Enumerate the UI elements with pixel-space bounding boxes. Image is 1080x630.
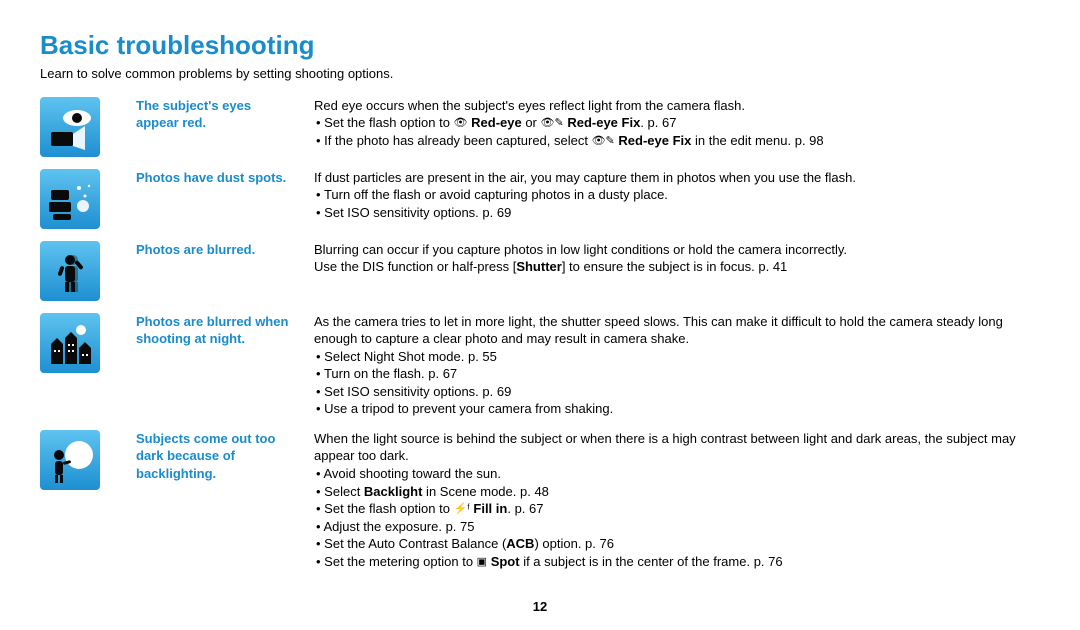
night-city-icon (40, 313, 100, 373)
page-number: 12 (0, 598, 1080, 616)
item-bullets: Turn off the flash or avoid capturing ph… (314, 186, 1040, 221)
list-item: The subject's eyes appear red. Red eye o… (40, 97, 1040, 157)
dust-icon (40, 169, 100, 229)
list-item: Photos are blurred. Blurring can occur i… (40, 241, 1040, 301)
item-label: Photos are blurred when shooting at nigh… (136, 313, 296, 348)
item-desc: Blurring can occur if you capture photos… (314, 241, 1040, 276)
list-item: Photos have dust spots. If dust particle… (40, 169, 1040, 229)
intro-text: Learn to solve common problems by settin… (40, 65, 1040, 83)
item-label: Photos are blurred. (136, 241, 296, 259)
item-desc: When the light source is behind the subj… (314, 430, 1040, 570)
backlight-icon (40, 430, 100, 490)
eye-flash-icon (40, 97, 100, 157)
item-desc: As the camera tries to let in more light… (314, 313, 1040, 418)
item-label: Subjects come out too dark because of ba… (136, 430, 296, 483)
item-desc: Red eye occurs when the subject's eyes r… (314, 97, 1040, 150)
item-desc: If dust particles are present in the air… (314, 169, 1040, 222)
item-label: Photos have dust spots. (136, 169, 296, 187)
page-title: Basic troubleshooting (40, 28, 1040, 63)
item-bullets: Set the flash option to 👁 Red-eye or 👁✎ … (314, 114, 1040, 149)
troubleshoot-list: The subject's eyes appear red. Red eye o… (40, 97, 1040, 583)
item-label: The subject's eyes appear red. (136, 97, 296, 132)
list-item: Photos are blurred when shooting at nigh… (40, 313, 1040, 418)
list-item: Subjects come out too dark because of ba… (40, 430, 1040, 570)
blur-person-icon (40, 241, 100, 301)
item-bullets: Avoid shooting toward the sun. Select Ba… (314, 465, 1040, 570)
item-bullets: Select Night Shot mode. p. 55 Turn on th… (314, 348, 1040, 418)
